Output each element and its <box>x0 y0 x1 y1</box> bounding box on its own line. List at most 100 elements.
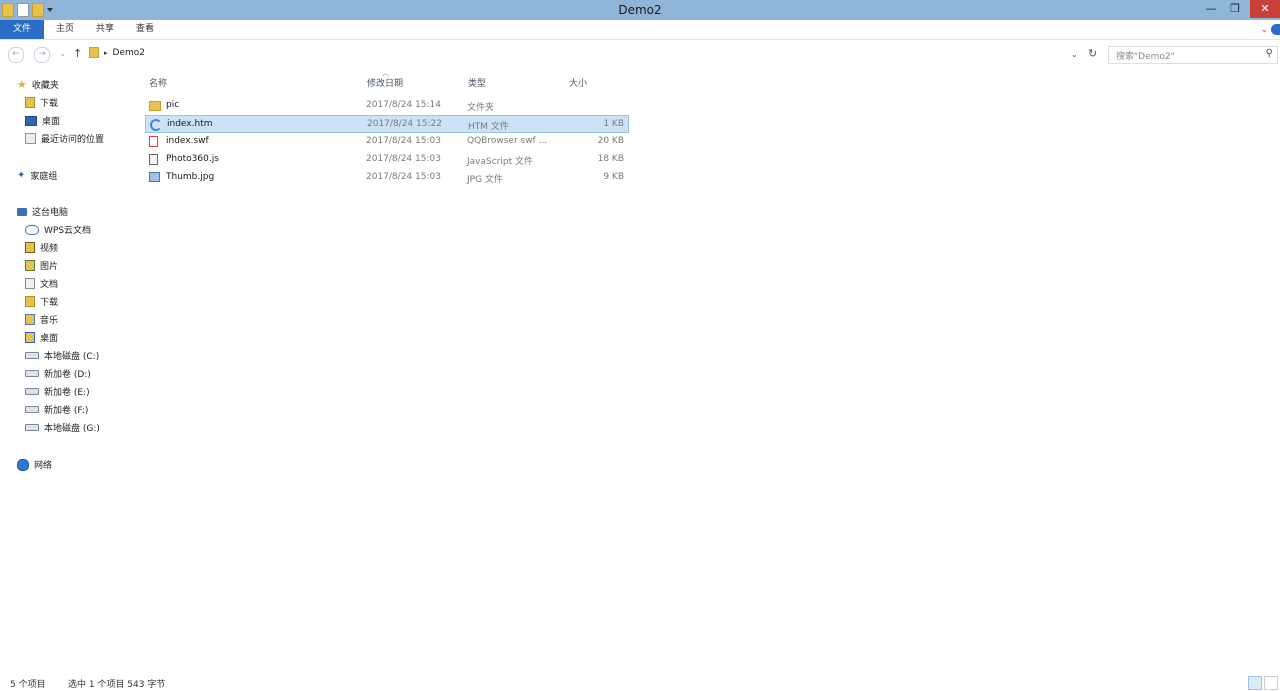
sidebar-item-label: 下载 <box>40 99 59 109</box>
help-icon[interactable] <box>1271 24 1280 35</box>
sidebar-item-pictures[interactable]: 图片 <box>25 257 58 274</box>
selection-info: 选中 1 个项目 543 字节 <box>68 680 166 690</box>
recent-places-icon <box>25 133 36 144</box>
hard-drive-icon <box>25 424 39 431</box>
recent-locations-icon[interactable]: ⌄ <box>60 50 66 58</box>
downloads-icon <box>25 296 35 307</box>
file-date: 2017/8/24 15:03 <box>366 154 441 164</box>
sidebar-item-favorites[interactable]: ★ 收藏夹 <box>17 76 59 93</box>
sidebar-item-label: 家庭组 <box>30 172 58 182</box>
file-size: 20 KB <box>597 136 624 146</box>
sidebar-item-desktop-pc[interactable]: 桌面 <box>25 329 58 346</box>
column-header-type[interactable]: 类型 <box>468 76 486 89</box>
tab-file[interactable]: 文件 <box>0 20 45 39</box>
sidebar-item-label: 收藏夹 <box>31 81 59 91</box>
breadcrumb-chevron-icon[interactable]: ▸ <box>104 49 108 57</box>
homegroup-icon: ✦ <box>17 169 26 181</box>
sidebar-item-label: 网络 <box>34 461 53 471</box>
file-name: Photo360.js <box>166 154 219 164</box>
swf-file-icon <box>149 136 158 147</box>
address-bar[interactable]: ▸ Demo2 <box>89 47 145 58</box>
sidebar-item-downloads-pc[interactable]: 下载 <box>25 293 58 310</box>
sidebar-item-label: 视频 <box>40 244 59 254</box>
column-header-size[interactable]: 大小 <box>569 76 587 89</box>
sidebar-item-network[interactable]: 网络 <box>17 456 52 473</box>
column-header-date[interactable]: 修改日期 <box>367 76 403 89</box>
desktop-icon <box>25 332 35 343</box>
file-size: 18 KB <box>597 154 624 164</box>
folder-icon <box>149 101 161 111</box>
videos-icon <box>25 242 35 253</box>
sidebar-item-label: 下载 <box>40 298 59 308</box>
sidebar-item-videos[interactable]: 视频 <box>25 239 58 256</box>
tab-share[interactable]: 共享 <box>88 20 122 39</box>
file-date: 2017/8/24 15:03 <box>366 172 441 182</box>
sidebar-item-this-pc[interactable]: 这台电脑 <box>17 203 68 220</box>
back-button[interactable]: ← <box>8 47 24 63</box>
jpg-file-icon <box>149 172 160 182</box>
window-title: Demo2 <box>618 3 662 17</box>
network-icon <box>17 458 29 471</box>
downloads-icon <box>25 97 35 108</box>
file-name: index.htm <box>167 119 213 129</box>
sidebar-item-drive-c[interactable]: 本地磁盘 (C:) <box>25 347 99 364</box>
computer-icon <box>17 207 27 216</box>
sidebar-item-documents[interactable]: 文档 <box>25 275 58 292</box>
large-icons-view-button[interactable] <box>1264 676 1278 690</box>
documents-icon <box>25 278 35 289</box>
file-type: JavaScript 文件 <box>467 157 533 167</box>
sidebar-item-drive-d[interactable]: 新加卷 (D:) <box>25 365 91 382</box>
table-row[interactable]: pic 2017/8/24 15:14 文件夹 <box>145 97 628 114</box>
title-bar: Demo2 — ❐ ✕ <box>0 0 1280 20</box>
file-size: 9 KB <box>603 172 624 182</box>
sidebar-item-desktop[interactable]: 桌面 <box>25 112 60 129</box>
status-bar: 5 个项目 选中 1 个项目 543 字节 <box>0 674 1280 691</box>
sidebar-item-drive-f[interactable]: 新加卷 (F:) <box>25 401 88 418</box>
table-row[interactable]: Thumb.jpg 2017/8/24 15:03 JPG 文件 9 KB <box>145 169 628 186</box>
table-row[interactable]: index.swf 2017/8/24 15:03 QQBrowser swf … <box>145 133 628 150</box>
sidebar-item-recent[interactable]: 最近访问的位置 <box>25 130 104 147</box>
close-button[interactable]: ✕ <box>1250 0 1280 18</box>
refresh-icon[interactable]: ↻ <box>1088 47 1097 60</box>
tab-home[interactable]: 主页 <box>48 20 82 39</box>
music-icon <box>25 314 35 325</box>
column-header-name[interactable]: 名称 <box>149 76 167 89</box>
navigation-bar: ← → ⌄ ↑ ▸ Demo2 ⌄ ↻ 搜索"Demo2" ⚲ <box>0 40 1280 68</box>
sidebar-item-wps-cloud[interactable]: WPS云文档 <box>25 221 91 238</box>
forward-button[interactable]: → <box>34 47 50 63</box>
table-row-selected[interactable]: index.htm 2017/8/24 15:22 HTM 文件 1 KB <box>145 115 629 133</box>
hard-drive-icon <box>25 388 39 395</box>
address-history-icon[interactable]: ⌄ <box>1071 50 1078 59</box>
pictures-icon <box>25 260 35 271</box>
file-type: JPG 文件 <box>467 175 503 185</box>
file-name: pic <box>166 100 180 110</box>
file-date: 2017/8/24 15:14 <box>366 100 441 110</box>
sidebar-item-label: 图片 <box>40 262 59 272</box>
search-input[interactable]: 搜索"Demo2" ⚲ <box>1108 46 1278 64</box>
up-button[interactable]: ↑ <box>73 47 82 60</box>
sidebar-item-label: 本地磁盘 (G:) <box>44 424 100 434</box>
breadcrumb-item[interactable]: Demo2 <box>113 48 145 58</box>
sidebar-item-label: 文档 <box>40 280 59 290</box>
sidebar-item-label: 桌面 <box>40 334 59 344</box>
details-view-button[interactable] <box>1248 676 1262 690</box>
sidebar-item-label: 这台电脑 <box>32 208 69 218</box>
search-icon[interactable]: ⚲ <box>1266 48 1273 59</box>
sidebar-item-homegroup[interactable]: ✦ 家庭组 <box>17 167 57 184</box>
sidebar-item-label: 本地磁盘 (C:) <box>44 352 100 362</box>
sidebar-item-label: WPS云文档 <box>44 226 92 236</box>
hard-drive-icon <box>25 370 39 377</box>
file-type: 文件夹 <box>467 103 495 113</box>
sidebar-item-drive-e[interactable]: 新加卷 (E:) <box>25 383 90 400</box>
maximize-button[interactable]: ❐ <box>1224 0 1246 18</box>
sidebar-item-drive-g[interactable]: 本地磁盘 (G:) <box>25 419 100 436</box>
sidebar-item-music[interactable]: 音乐 <box>25 311 58 328</box>
navigation-pane: ★ 收藏夹 下载 桌面 最近访问的位置 ✦ 家庭组 这台电脑 WPS云文档 视频… <box>0 76 132 666</box>
table-row[interactable]: Photo360.js 2017/8/24 15:03 JavaScript 文… <box>145 151 628 168</box>
sidebar-item-downloads[interactable]: 下载 <box>25 94 58 111</box>
sidebar-item-label: 新加卷 (E:) <box>44 388 90 398</box>
minimize-button[interactable]: — <box>1200 0 1222 18</box>
expand-ribbon-icon[interactable]: ⌄ <box>1260 25 1268 35</box>
sidebar-item-label: 音乐 <box>40 316 59 326</box>
tab-view[interactable]: 查看 <box>128 20 162 39</box>
